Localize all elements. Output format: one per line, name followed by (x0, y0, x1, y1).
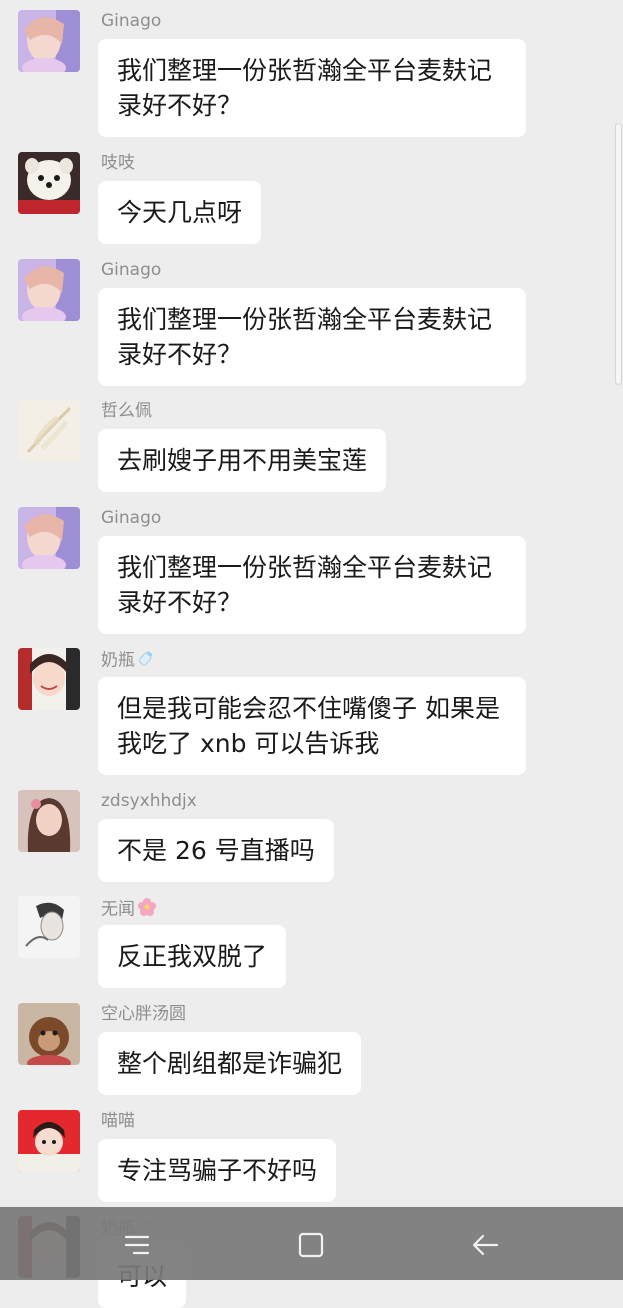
system-navigation-bar (0, 1207, 623, 1280)
message-bubble[interactable]: 不是 26 号直播吗 (98, 819, 334, 882)
avatar-ginago[interactable] (18, 259, 80, 321)
sender-name: zdsyxhhdjx (101, 791, 197, 811)
avatar-zdsyxhhdjx[interactable] (18, 790, 80, 852)
sender-name: 吱吱 (101, 153, 135, 173)
avatar-zhizhi[interactable] (18, 152, 80, 214)
message-bubble[interactable]: 我们整理一份张哲瀚全平台麦麸记录好不好？ (98, 39, 526, 137)
message-bubble[interactable]: 我们整理一份张哲瀚全平台麦麸记录好不好？ (98, 536, 526, 634)
back-arrow-icon[interactable] (465, 1225, 505, 1265)
flower-icon (137, 897, 157, 922)
message-bubble[interactable]: 我们整理一份张哲瀚全平台麦麸记录好不好？ (98, 288, 526, 386)
message-bubble[interactable]: 整个剧组都是诈骗犯 (98, 1032, 362, 1095)
sender-name: 奶瓶 (101, 649, 155, 672)
avatar-naiping[interactable] (18, 648, 80, 710)
sender-name: Ginago (101, 508, 162, 528)
sender-name: 喵喵 (101, 1111, 135, 1131)
message-bubble[interactable]: 专注骂骗子不好吗 (98, 1139, 337, 1202)
avatar-ginago[interactable] (18, 10, 80, 72)
avatar-miaomiao[interactable] (18, 1110, 80, 1172)
menu-icon[interactable] (118, 1225, 158, 1265)
baby-bottle-icon (137, 649, 155, 672)
message-bubble[interactable]: 今天几点呀 (98, 181, 262, 244)
avatar-ginago[interactable] (18, 507, 80, 569)
chat-list: Ginago 我们整理一份张哲瀚全平台麦麸记录好不好？ 吱吱 今天几点呀 Gin… (0, 0, 623, 1308)
scrollbar[interactable] (615, 123, 622, 385)
message-bubble[interactable]: 去刷嫂子用不用美宝莲 (98, 429, 387, 492)
avatar-kongxinpangtangyuan[interactable] (18, 1003, 80, 1065)
recent-apps-icon[interactable] (291, 1225, 331, 1265)
avatar-zhemepei[interactable] (18, 400, 80, 462)
sender-name: Ginago (101, 11, 162, 31)
sender-name: 无闻 (101, 897, 157, 922)
sender-name: 哲么佩 (101, 401, 152, 421)
message-bubble[interactable]: 反正我双脱了 (98, 925, 287, 988)
sender-name: Ginago (101, 260, 162, 280)
sender-name: 空心胖汤圆 (101, 1004, 186, 1024)
sender-name-text: 无闻 (101, 899, 135, 920)
message-bubble[interactable]: 但是我可能会忍不住嘴傻子 如果是我吃了 xnb 可以告诉我 (98, 677, 526, 775)
sender-name-text: 奶瓶 (101, 650, 135, 671)
avatar-wuwen[interactable] (18, 896, 80, 958)
